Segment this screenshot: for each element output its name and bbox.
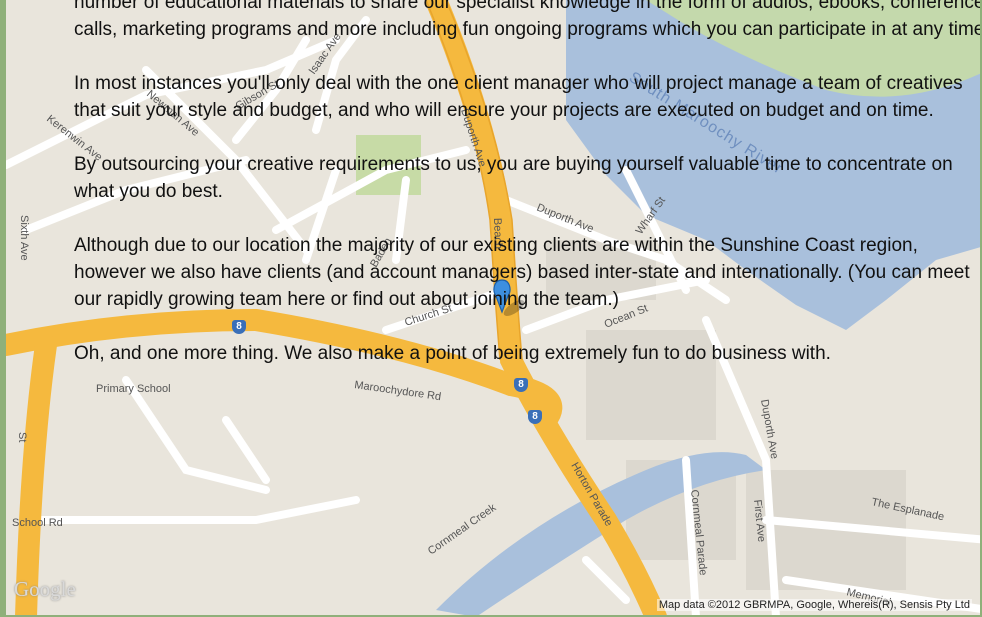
- street-label-st-left: St: [16, 432, 28, 442]
- street-label-sixth: Sixth Ave: [18, 215, 30, 261]
- google-logo[interactable]: Google: [14, 577, 76, 602]
- map-attribution: Map data ©2012 GBRMPA, Google, Whereis(R…: [656, 599, 972, 611]
- street-label-primary-school: Primary School: [96, 383, 171, 395]
- paragraph: number of educational materials to share…: [74, 0, 982, 40]
- route-8-shield-icon: 8: [514, 378, 528, 392]
- paragraph: Although due to our location the majorit…: [74, 235, 970, 310]
- page-content: number of educational materials to share…: [74, 0, 982, 367]
- route-8-shield-icon: 8: [528, 410, 542, 424]
- street-label-school-rd: School Rd: [12, 517, 63, 529]
- embedded-map[interactable]: Kerenwin Ave Newman Ave Gibson St Isaac …: [0, 0, 982, 617]
- paragraph: By outsourcing your creative requirement…: [74, 154, 953, 202]
- paragraph: In most instances you'll only deal with …: [74, 73, 963, 121]
- paragraph: Oh, and one more thing. We also make a p…: [74, 343, 831, 364]
